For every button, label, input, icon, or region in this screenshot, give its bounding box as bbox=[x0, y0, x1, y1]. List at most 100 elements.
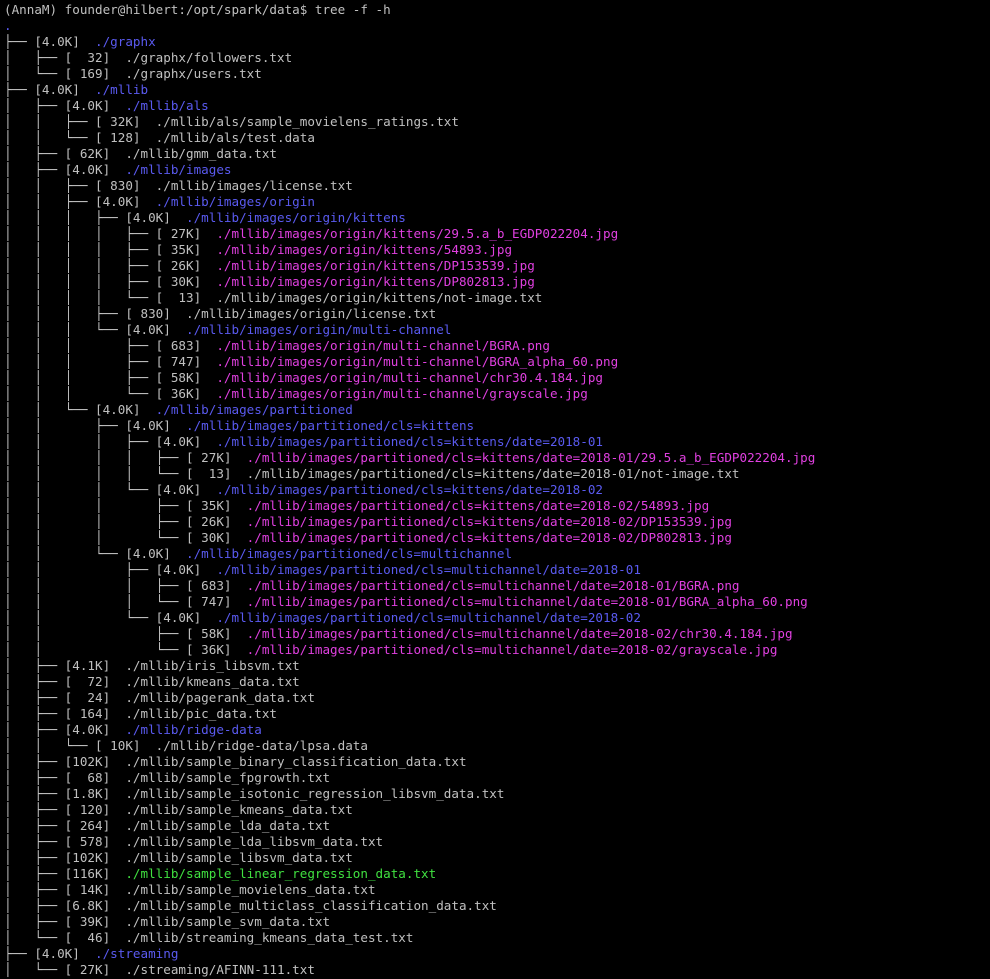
file-size: [ 36K] bbox=[185, 642, 232, 657]
directory-name: ./mllib bbox=[95, 82, 149, 97]
tree-branch: │ │ ├── bbox=[4, 418, 126, 433]
tree-line: │ │ │ │ ├── [ 27K] ./mllib/images/origin… bbox=[4, 226, 990, 242]
file-size: [ 62K] bbox=[64, 146, 111, 161]
tree-line: │ ├── [ 39K] ./mllib/sample_svm_data.txt bbox=[4, 914, 990, 930]
file-size: [ 683] bbox=[155, 338, 202, 353]
tree-branch: │ ├── bbox=[4, 706, 65, 721]
terminal-window[interactable]: (AnnaM) founder@hilbert:/opt/spark/data$… bbox=[0, 0, 990, 979]
tree-branch: │ │ └── bbox=[4, 130, 95, 145]
file-size: [4.0K] bbox=[125, 210, 171, 225]
tree-branch: │ ├── bbox=[4, 866, 65, 881]
file-size: [1.8K] bbox=[64, 786, 111, 801]
tree-output: . ├── [4.0K] ./graphx │ ├── [ 32] ./graphx… bbox=[4, 18, 990, 978]
tree-branch: │ ├── bbox=[4, 50, 65, 65]
tree-branch: │ └── bbox=[4, 962, 65, 977]
file-size: [ 68] bbox=[64, 770, 111, 785]
file-size: [116K] bbox=[64, 866, 111, 881]
tree-branch: │ ├── bbox=[4, 770, 65, 785]
tree-line: │ ├── [4.0K] ./mllib/als bbox=[4, 98, 990, 114]
tree-line: │ │ │ │ ├── [ 35K] ./mllib/images/origin… bbox=[4, 242, 990, 258]
tree-branch: │ │ │ └── bbox=[4, 530, 186, 545]
file-size: [ 747] bbox=[155, 354, 202, 369]
file-name: ./mllib/images/origin/multi-channel/BGRA… bbox=[216, 338, 550, 353]
file-size: [ 32] bbox=[64, 50, 111, 65]
tree-line: │ │ └── [ 128] ./mllib/als/test.data bbox=[4, 130, 990, 146]
file-size: [ 830] bbox=[95, 178, 141, 193]
file-size: [4.0K] bbox=[125, 546, 171, 561]
tree-branch: │ │ │ ├── bbox=[4, 370, 156, 385]
file-size: [4.0K] bbox=[125, 322, 171, 337]
file-name: ./mllib/images/partitioned/cls=multichan… bbox=[246, 594, 808, 609]
file-name: ./mllib/sample_lda_data.txt bbox=[125, 818, 331, 833]
tree-line: │ │ │ └── [4.0K] ./mllib/images/origin/m… bbox=[4, 322, 990, 338]
tree-line: │ ├── [ 120] ./mllib/sample_kmeans_data.… bbox=[4, 802, 990, 818]
file-size: [4.0K] bbox=[64, 722, 111, 737]
tree-line: │ │ ├── [ 32K] ./mllib/als/sample_moviel… bbox=[4, 114, 990, 130]
tree-branch: │ ├── bbox=[4, 722, 65, 737]
file-name: ./mllib/sample_kmeans_data.txt bbox=[125, 802, 353, 817]
file-name: ./mllib/images/origin/kittens/54893.jpg bbox=[216, 242, 513, 257]
file-name: ./graphx/users.txt bbox=[125, 66, 262, 81]
file-size: [ 169] bbox=[64, 66, 111, 81]
tree-line: │ │ │ ├── [ 683] ./mllib/images/partitio… bbox=[4, 578, 990, 594]
directory-name: ./mllib/images/partitioned/cls=multichan… bbox=[216, 610, 641, 625]
tree-branch: │ ├── bbox=[4, 818, 65, 833]
file-name: ./mllib/als/test.data bbox=[155, 130, 315, 145]
file-size: [ 120] bbox=[64, 802, 111, 817]
tree-branch: │ │ ├── bbox=[4, 194, 95, 209]
file-size: [ 27K] bbox=[185, 450, 232, 465]
tree-branch: │ ├── bbox=[4, 98, 65, 113]
tree-line: │ │ ├── [4.0K] ./mllib/images/partitione… bbox=[4, 562, 990, 578]
file-name: ./mllib/images/origin/multi-channel/BGRA… bbox=[216, 354, 619, 369]
file-name: ./mllib/images/origin/kittens/not-image.… bbox=[216, 290, 543, 305]
tree-line: │ │ │ └── [ 36K] ./mllib/images/origin/m… bbox=[4, 386, 990, 402]
tree-line: │ │ │ │ └── [ 13] ./mllib/images/origin/… bbox=[4, 290, 990, 306]
tree-branch: │ │ │ ├── bbox=[4, 498, 186, 513]
file-name: ./mllib/sample_multiclass_classification… bbox=[125, 898, 497, 913]
file-size: [ 32K] bbox=[95, 114, 141, 129]
tree-line: │ ├── [ 14K] ./mllib/sample_movielens_da… bbox=[4, 882, 990, 898]
file-name: ./mllib/kmeans_data.txt bbox=[125, 674, 300, 689]
file-size: [4.0K] bbox=[95, 402, 141, 417]
tree-branch: │ │ └── bbox=[4, 642, 186, 657]
directory-name: ./mllib/als bbox=[125, 98, 209, 113]
tree-branch: ├── bbox=[4, 34, 35, 49]
file-size: [4.0K] bbox=[34, 82, 80, 97]
directory-name: ./mllib/images/origin/multi-channel bbox=[186, 322, 452, 337]
tree-line: │ │ │ ├── [4.0K] ./mllib/images/origin/k… bbox=[4, 210, 990, 226]
file-size: [4.0K] bbox=[155, 482, 202, 497]
file-name: ./mllib/sample_isotonic_regression_libsv… bbox=[125, 786, 505, 801]
file-name: ./mllib/images/origin/kittens/DP802813.j… bbox=[216, 274, 535, 289]
tree-line: │ │ │ │ ├── [ 26K] ./mllib/images/origin… bbox=[4, 258, 990, 274]
tree-branch: │ │ │ ├── bbox=[4, 434, 156, 449]
tree-line: │ ├── [6.8K] ./mllib/sample_multiclass_c… bbox=[4, 898, 990, 914]
file-size: [4.1K] bbox=[64, 658, 111, 673]
tree-line: │ │ └── [ 36K] ./mllib/images/partitione… bbox=[4, 642, 990, 658]
file-size: [4.0K] bbox=[64, 162, 111, 177]
file-name: ./mllib/ridge-data/lpsa.data bbox=[155, 738, 368, 753]
tree-line: │ │ │ ├── [ 26K] ./mllib/images/partitio… bbox=[4, 514, 990, 530]
file-name: ./mllib/images/origin/multi-channel/gray… bbox=[216, 386, 588, 401]
file-size: [ 30K] bbox=[155, 274, 202, 289]
tree-line: │ ├── [4.1K] ./mllib/iris_libsvm.txt bbox=[4, 658, 990, 674]
tree-line: │ │ └── [ 10K] ./mllib/ridge-data/lpsa.d… bbox=[4, 738, 990, 754]
tree-branch: │ │ │ ├── bbox=[4, 306, 126, 321]
tree-branch: │ │ └── bbox=[4, 610, 156, 625]
tree-branch: │ ├── bbox=[4, 754, 65, 769]
tree-line: ├── [4.0K] ./mllib bbox=[4, 82, 990, 98]
directory-name: ./graphx bbox=[95, 34, 156, 49]
tree-line: │ │ │ │ ├── [ 27K] ./mllib/images/partit… bbox=[4, 450, 990, 466]
tree-line: │ │ ├── [4.0K] ./mllib/images/partitione… bbox=[4, 418, 990, 434]
tree-branch: │ │ │ └── bbox=[4, 322, 126, 337]
directory-name: ./mllib/images bbox=[125, 162, 232, 177]
tree-branch: . bbox=[4, 18, 12, 33]
tree-line: │ │ └── [4.0K] ./mllib/images/partitione… bbox=[4, 402, 990, 418]
directory-name: ./mllib/ridge-data bbox=[125, 722, 262, 737]
file-size: [ 46] bbox=[64, 930, 111, 945]
file-size: [4.0K] bbox=[95, 194, 141, 209]
tree-branch: ├── bbox=[4, 82, 35, 97]
file-name: ./mllib/images/origin/multi-channel/chr3… bbox=[216, 370, 604, 385]
file-size: [ 578] bbox=[64, 834, 111, 849]
file-size: [4.0K] bbox=[125, 418, 171, 433]
tree-branch: ├── bbox=[4, 946, 35, 961]
